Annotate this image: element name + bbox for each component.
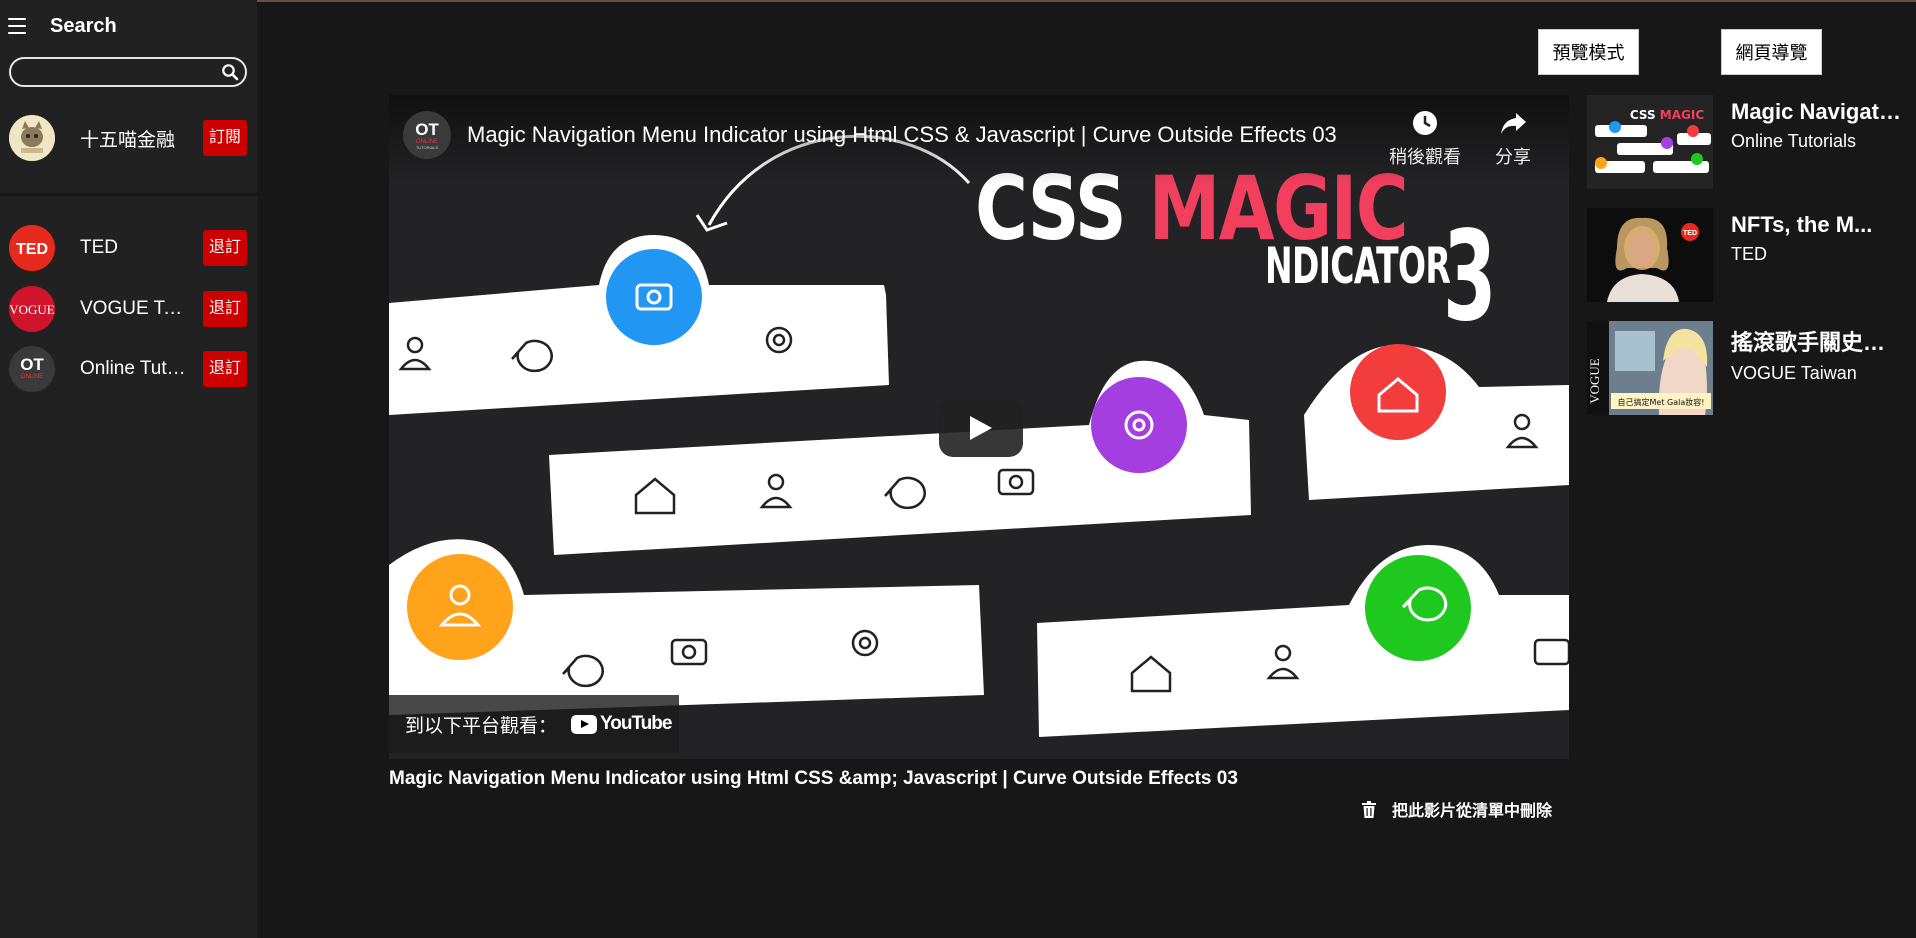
related-video-item[interactable]: VOGUE 自己搞定Met Gala妝容! 搖滾歌手關史蒂芬妮 VOGUE Tai… [1587,321,1907,415]
remove-from-list-button[interactable]: 把此影片從清單中刪除 [1362,797,1552,821]
related-video-channel: Online Tutorials [1731,131,1857,151]
hamburger-menu-icon[interactable] [8,18,26,34]
thumbnail-caption-text: 自己搞定Met Gala妝容! [1618,397,1705,407]
watch-later-label: 稍後觀看 [1389,147,1461,167]
channel-item[interactable]: TED TED 退訂 [9,224,247,272]
sidebar-divider [0,193,257,196]
share-label: 分享 [1495,147,1531,167]
page-navigation-button[interactable]: 網頁導覽 [1721,29,1822,75]
trash-icon [1362,800,1376,818]
channel-name: TED [80,237,118,258]
svg-text:TED: TED [1683,230,1697,237]
channel-avatar: VOGUE [9,286,55,332]
unsubscribe-button[interactable]: 退訂 [202,230,247,266]
related-video-title: Magic Navigation Menu Indicator [1731,99,1907,124]
channel-avatar: TED [9,225,55,271]
window-top-border [0,0,1916,2]
unsubscribe-button[interactable]: 退訂 [202,291,247,327]
sidebar-title: Search [50,14,117,37]
svg-text:CSS MAGIC: CSS MAGIC [1630,108,1704,122]
channel-logo-line1: OT [415,120,439,139]
sidebar-header: Search [8,10,117,42]
channel-logo[interactable]: OT ONLINE TUTORIALS [403,111,451,159]
clock-icon [1413,111,1437,135]
watch-on-youtube-bar[interactable]: 到以下平台觀看： YouTube [389,695,679,753]
video-player[interactable]: CSS MAGIC NDICATOR 3 OT ONLINE TUTORIALS… [389,95,1569,759]
channel-item[interactable]: OTONLINE Online Tutorials 退訂 [9,345,247,393]
video-caption: Magic Navigation Menu Indicator using Ht… [389,768,1238,789]
play-button[interactable] [939,399,1023,457]
youtube-logo[interactable]: YouTube [571,713,672,735]
svg-text:TED: TED [16,241,48,258]
video-title-link[interactable]: Magic Navigation Menu Indicator using Ht… [467,122,1337,148]
youtube-wordmark: YouTube [600,713,672,734]
share-button[interactable]: 分享 [1495,109,1531,169]
related-video-item[interactable]: CSS MAGIC Magic Navigation Menu Indicato… [1587,95,1907,189]
play-icon [970,416,992,440]
channel-name: VOGUE Taiwan [80,298,192,319]
channel-avatar: OT ONLINE [9,346,55,392]
related-video-title: NFTs, the M... [1731,212,1873,237]
video-thumbnail: TED [1587,208,1713,302]
svg-text:OT: OT [20,355,44,374]
search-box [9,57,247,87]
thumbnail-number-text: 3 [1443,205,1497,349]
youtube-play-icon [571,714,598,734]
unsubscribe-button[interactable]: 退訂 [202,351,247,387]
video-thumbnail: VOGUE 自己搞定Met Gala妝容! [1587,321,1713,415]
search-input[interactable] [11,64,215,80]
svg-text:VOGUE: VOGUE [9,302,55,317]
related-video-channel: TED [1731,244,1767,264]
related-video-channel: VOGUE Taiwan [1731,363,1857,383]
svg-text:ONLINE: ONLINE [21,374,43,380]
channel-name: Online Tutorials [80,358,192,379]
thumbnail-indicator-text: NDICATOR [1265,237,1451,295]
watch-later-button[interactable]: 稍後觀看 [1389,109,1461,169]
channel-name: 十五喵金融 [80,129,176,151]
video-thumbnail: CSS MAGIC [1587,95,1713,189]
related-video-title: 搖滾歌手關史蒂芬妮 [1731,330,1907,355]
remove-label: 把此影片從清單中刪除 [1392,803,1553,820]
channel-item[interactable]: 十五喵金融 訂閱 [9,114,247,162]
watch-on-label: 到以下平台觀看： [405,715,558,737]
channel-logo-line3: TUTORIALS [416,145,439,150]
preview-mode-button[interactable]: 預覽模式 [1538,29,1639,75]
channel-avatar [9,115,55,161]
channel-item[interactable]: VOGUE VOGUE Taiwan 退訂 [9,285,247,333]
subscribe-button[interactable]: 訂閱 [202,120,247,156]
share-icon [1501,113,1526,134]
sidebar: Search 十五喵金融 訂閱 TED TED 退訂 VOGUE VOGUE T… [0,0,257,938]
related-video-item[interactable]: TED NFTs, the M... TED [1587,208,1907,302]
svg-text:VOGUE: VOGUE [1587,358,1602,404]
search-icon[interactable] [215,59,245,85]
